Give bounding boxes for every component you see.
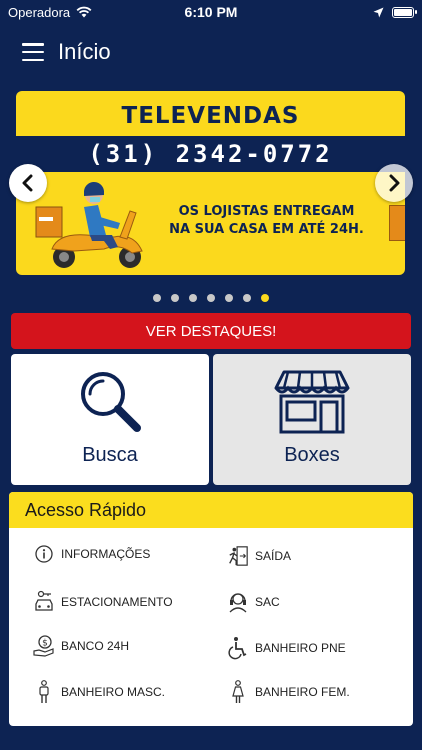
quick-access-panel: Acesso Rápido INFORMAÇÕES SAÍDA ESTACION… xyxy=(9,492,413,726)
quick-item-banheiro-fem[interactable]: BANHEIRO FEM. xyxy=(227,680,350,704)
page-title: Início xyxy=(58,39,111,64)
storefront-icon xyxy=(274,368,350,434)
boxes-card-label: Boxes xyxy=(284,444,340,466)
female-icon xyxy=(227,680,249,704)
headset-icon xyxy=(227,590,249,614)
money-hand-icon: $ xyxy=(33,634,55,658)
promo-banner[interactable]: TELEVENDAS (31) 2342-0772 OS LOJISTAS EN… xyxy=(16,91,405,275)
quick-item-label: BANHEIRO PNE xyxy=(255,641,346,655)
quick-access-title: Acesso Rápido xyxy=(9,492,413,528)
location-arrow-icon xyxy=(373,7,384,17)
search-card-label: Busca xyxy=(82,444,138,466)
chevron-right-icon xyxy=(389,174,400,192)
banner-title: TELEVENDAS xyxy=(121,103,300,129)
banner-promo-line-1: OS LOJISTAS ENTREGAM xyxy=(178,204,355,219)
quick-item-estacionamento[interactable]: ESTACIONAMENTO xyxy=(33,590,173,614)
wheelchair-icon xyxy=(227,636,249,660)
status-right xyxy=(373,6,417,18)
quick-item-label: BANCO 24H xyxy=(61,639,130,653)
delivery-box-illustration xyxy=(389,205,405,241)
quick-item-informacoes[interactable]: INFORMAÇÕES xyxy=(33,542,150,566)
banner-phone-bar: (31) 2342-0772 xyxy=(16,136,405,172)
app-header: Início xyxy=(0,30,422,74)
pagination-dot-active[interactable] xyxy=(261,294,269,302)
wifi-icon xyxy=(76,6,92,18)
pagination-dot[interactable] xyxy=(225,294,233,302)
quick-item-saida[interactable]: SAÍDA xyxy=(227,544,291,568)
quick-item-banheiro-pne[interactable]: BANHEIRO PNE xyxy=(227,636,346,660)
banner-promo-text: OS LOJISTAS ENTREGAM NA SUA CASA EM ATÉ … xyxy=(144,203,389,239)
status-left: Operadora xyxy=(8,5,92,20)
search-card[interactable]: Busca xyxy=(11,354,209,485)
quick-item-label: SAÍDA xyxy=(255,549,292,563)
banner-promo-line-2: NA SUA CASA EM ATÉ 24H. xyxy=(169,222,364,237)
carousel-next-button[interactable] xyxy=(375,164,413,202)
pagination-dot[interactable] xyxy=(243,294,251,302)
exit-icon xyxy=(227,544,249,568)
battery-icon xyxy=(392,6,417,18)
quick-item-banheiro-masc[interactable]: BANHEIRO MASC. xyxy=(33,680,165,704)
quick-item-label: ESTACIONAMENTO xyxy=(61,595,173,609)
quick-item-label: INFORMAÇÕES xyxy=(61,547,151,561)
pagination-dot[interactable] xyxy=(171,294,179,302)
quick-item-label: BANHEIRO FEM. xyxy=(255,685,350,699)
quick-item-label: BANHEIRO MASC. xyxy=(61,685,166,699)
carousel-pagination xyxy=(0,294,422,302)
battery-fill xyxy=(394,8,412,16)
car-icon xyxy=(33,590,55,614)
pagination-dot[interactable] xyxy=(153,294,161,302)
svg-text:$: $ xyxy=(42,639,48,649)
banner-phone: (31) 2342-0772 xyxy=(88,140,333,168)
magnifier-icon xyxy=(77,368,143,434)
pagination-dot[interactable] xyxy=(189,294,197,302)
info-icon xyxy=(33,542,55,566)
chevron-left-icon xyxy=(22,174,33,192)
quick-item-sac[interactable]: SAC xyxy=(227,590,280,614)
carousel-prev-button[interactable] xyxy=(9,164,47,202)
delivery-scooter-illustration xyxy=(35,181,143,268)
quick-item-banco-24h[interactable]: $ BANCO 24H xyxy=(33,634,129,658)
boxes-card[interactable]: Boxes xyxy=(213,354,411,485)
highlights-button[interactable]: VER DESTAQUES! xyxy=(11,313,411,349)
quick-item-label: SAC xyxy=(255,595,280,609)
male-icon xyxy=(33,680,55,704)
status-bar: Operadora 6:10 PM xyxy=(0,0,422,24)
hamburger-menu-icon[interactable] xyxy=(22,43,44,61)
pagination-dot[interactable] xyxy=(207,294,215,302)
carrier-label: Operadora xyxy=(8,4,71,20)
